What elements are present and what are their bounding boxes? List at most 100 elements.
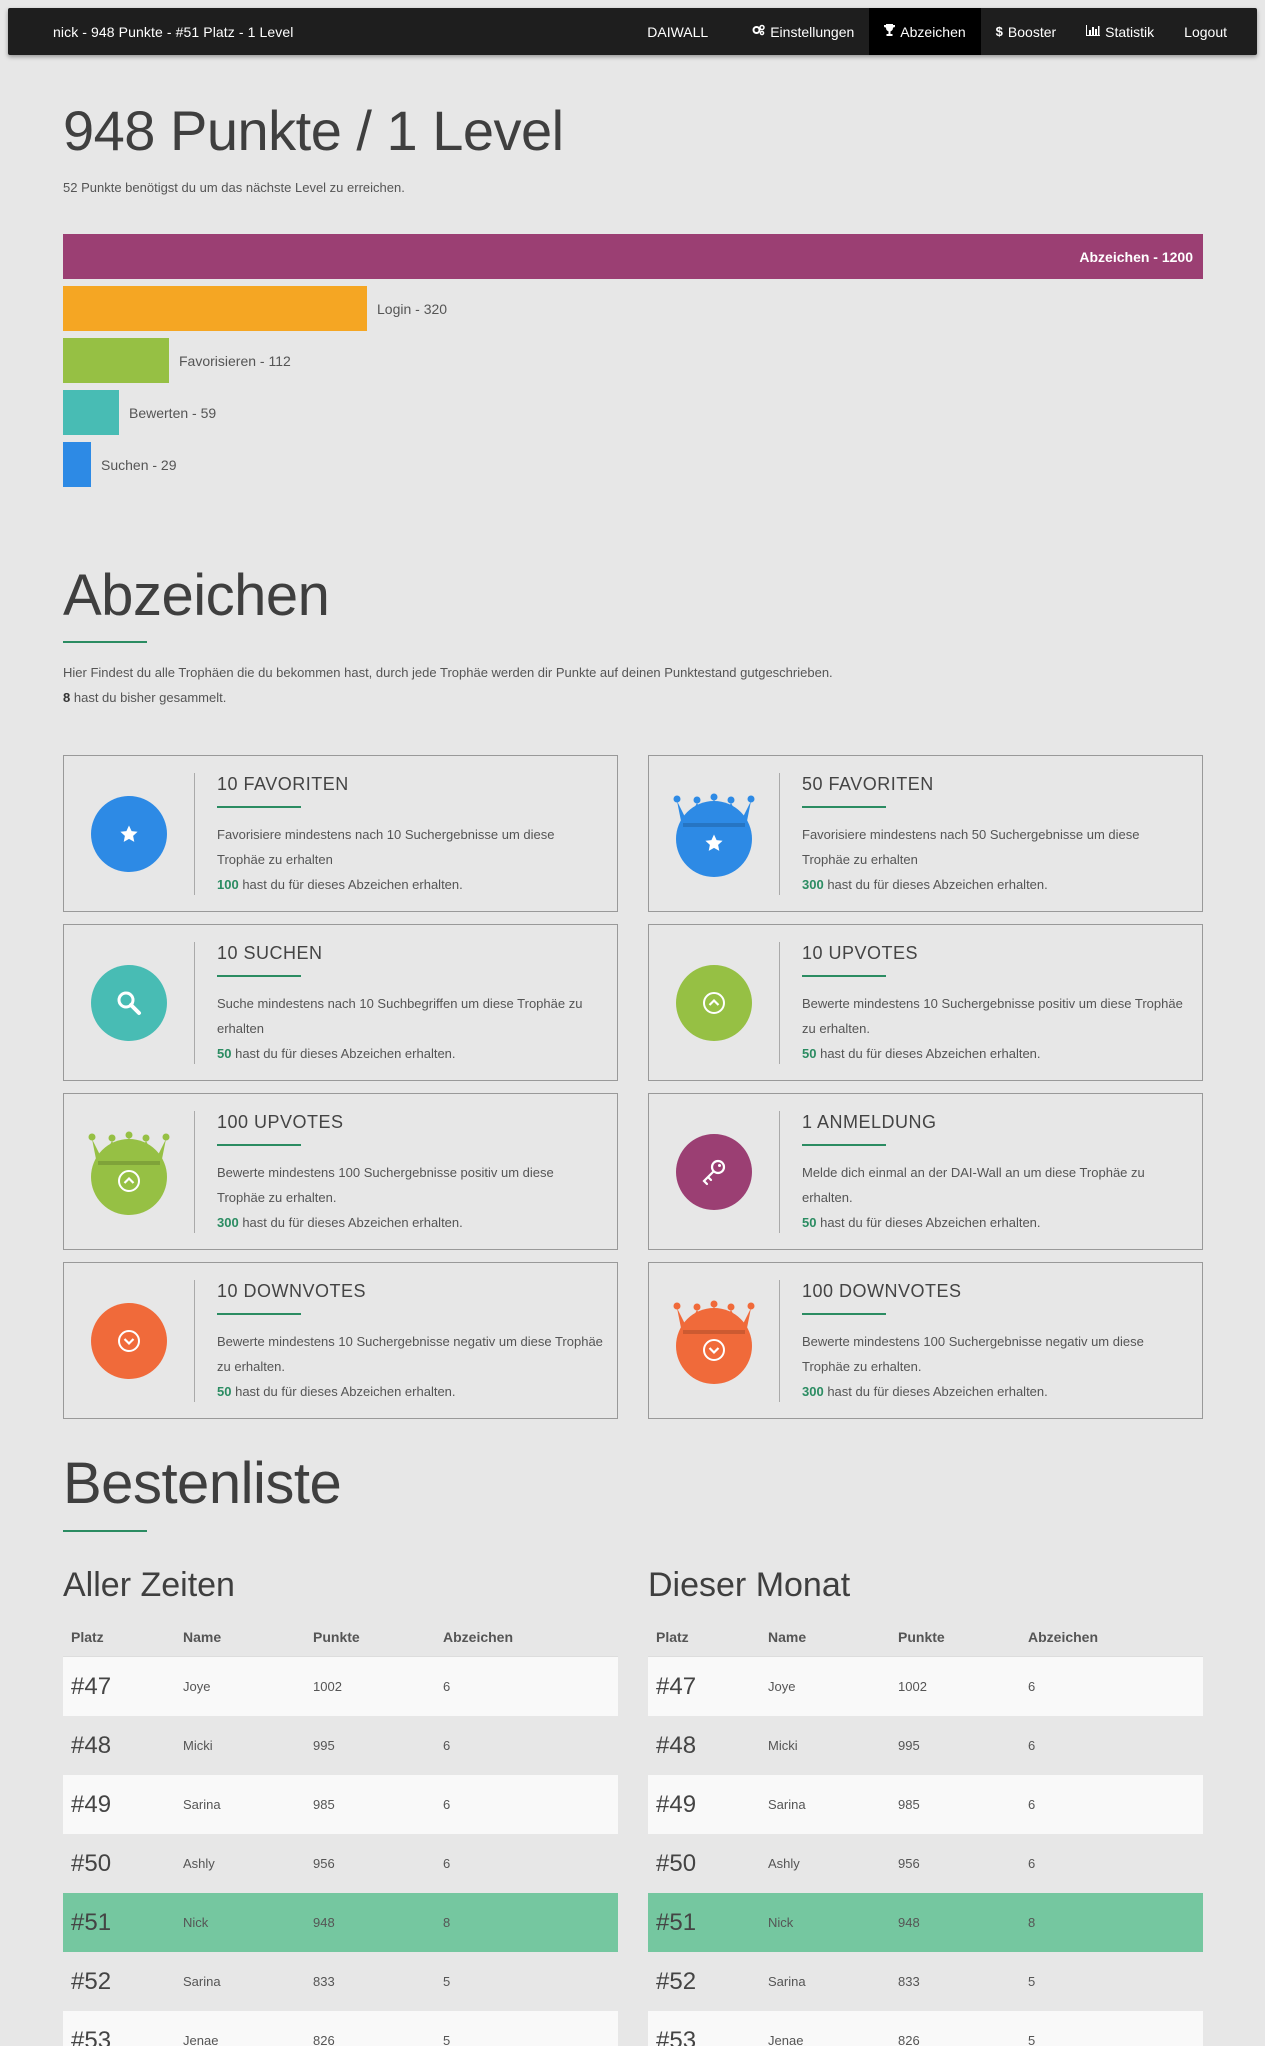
badge-underline bbox=[217, 975, 301, 977]
badge-points: 300 bbox=[802, 1384, 824, 1399]
badge-points-suffix: hast du für dieses Abzeichen erhalten. bbox=[242, 877, 463, 892]
badge-underline bbox=[217, 806, 301, 808]
badge-description: Suche mindestens nach 10 Suchbegriffen u… bbox=[217, 991, 605, 1066]
column-header[interactable]: Abzeichen bbox=[1028, 1629, 1158, 1645]
points-cell: 956 bbox=[313, 1856, 335, 1871]
column-header[interactable]: Name bbox=[183, 1629, 313, 1645]
badge-text: Bewerte mindestens 100 Suchergebnisse po… bbox=[217, 1165, 554, 1205]
badges-cell: 5 bbox=[1028, 1974, 1036, 1989]
badges-cell: 6 bbox=[443, 1856, 451, 1871]
points-cell: 985 bbox=[898, 1797, 920, 1812]
column-header[interactable]: Platz bbox=[63, 1629, 183, 1645]
name-cell: Jenae bbox=[768, 2033, 804, 2046]
points-cell: 985 bbox=[313, 1797, 335, 1812]
nav-label: Booster bbox=[1007, 23, 1057, 40]
chevron-up-circle-icon bbox=[702, 991, 726, 1015]
rank-cell: #53 bbox=[656, 2026, 697, 2046]
badge-icon-area bbox=[649, 925, 779, 1080]
rank-cell: #52 bbox=[656, 1967, 697, 1995]
name-cell: Nick bbox=[183, 1915, 209, 1930]
name-cell: Ashly bbox=[768, 1856, 800, 1871]
leaderboard-row: #47 Joye 1002 6 bbox=[648, 1657, 1203, 1716]
nav-item-statistik[interactable]: Statistik bbox=[1071, 8, 1169, 55]
rank-cell: #50 bbox=[656, 1849, 697, 1877]
badge-points-suffix: hast du für dieses Abzeichen erhalten. bbox=[827, 1384, 1048, 1399]
badge-icon-area bbox=[64, 1263, 194, 1418]
rank-cell: #47 bbox=[656, 1672, 697, 1700]
nav-item-daiwall[interactable]: DAIWALL bbox=[618, 8, 737, 55]
badge-points: 50 bbox=[217, 1046, 232, 1061]
navbar-brand[interactable]: nick - 948 Punkte - #51 Platz - 1 Level bbox=[8, 24, 293, 40]
section-underline bbox=[63, 641, 147, 643]
badge-description: Bewerte mindestens 100 Suchergebnisse po… bbox=[217, 1160, 605, 1235]
badge-card: 10 FAVORITEN Favorisiere mindestens nach … bbox=[63, 755, 618, 912]
badge-text: Bewerte mindestens 10 Suchergebnisse neg… bbox=[217, 1334, 603, 1374]
badge-description: Melde dich einmal an der DAI-Wall an um … bbox=[802, 1160, 1190, 1235]
badge-underline bbox=[217, 1313, 301, 1315]
leaderboard-row: #49 Sarina 985 6 bbox=[648, 1775, 1203, 1834]
nav-item-abzeichen[interactable]: Abzeichen bbox=[869, 8, 981, 55]
trophy-icon bbox=[884, 24, 896, 39]
search-icon bbox=[115, 989, 143, 1017]
bar-label: Abzeichen - 1200 bbox=[1079, 248, 1193, 265]
badge-medal bbox=[91, 795, 167, 872]
rank-cell: #52 bbox=[71, 1967, 112, 1995]
badge-divider bbox=[194, 1111, 195, 1233]
bar-label: Login - 320 bbox=[377, 300, 448, 317]
badge-underline bbox=[217, 1144, 301, 1146]
badge-divider bbox=[779, 773, 780, 895]
badge-body: 50 FAVORITEN Favorisiere mindestens nach … bbox=[802, 774, 1190, 897]
badge-description: Bewerte mindestens 10 Suchergebnisse neg… bbox=[217, 1329, 605, 1404]
bar-row-abzeichen: Abzeichen - 1200 bbox=[63, 234, 1203, 279]
badges-desc-line1: Hier Findest du alle Trophäen die du bek… bbox=[63, 665, 833, 680]
badge-underline bbox=[802, 1144, 886, 1146]
star-icon bbox=[119, 824, 139, 844]
points-cell: 833 bbox=[898, 1974, 920, 1989]
leaderboard-row: #53 Jenae 826 5 bbox=[63, 2011, 618, 2046]
leaderboard-row: #52 Sarina 833 5 bbox=[648, 1952, 1203, 2011]
points-cell: 1002 bbox=[313, 1679, 342, 1694]
badges-cell: 6 bbox=[1028, 1797, 1036, 1812]
badge-text: Suche mindestens nach 10 Suchbegriffen u… bbox=[217, 996, 583, 1036]
badge-points: 50 bbox=[802, 1046, 817, 1061]
bar-row-favorisieren: Favorisieren - 112 bbox=[63, 338, 1203, 383]
badge-card: 10 DOWNVOTES Bewerte mindestens 10 Sucher… bbox=[63, 1262, 618, 1419]
nav-label: Einstellungen bbox=[770, 23, 855, 40]
rank-cell: #51 bbox=[656, 1908, 697, 1936]
column-header[interactable]: Name bbox=[768, 1629, 898, 1645]
badge-body: 100 DOWNVOTES Bewerte mindestens 100 Such… bbox=[802, 1281, 1190, 1404]
badge-medal bbox=[676, 964, 752, 1041]
crown-icon bbox=[673, 793, 755, 838]
column-header[interactable]: Platz bbox=[648, 1629, 768, 1645]
leaderboard-alltime: Platz Name Punkte Abzeichen #47 Joye 1002 6 #48 M… bbox=[63, 1617, 618, 2046]
badge-title: 50 FAVORITEN bbox=[802, 774, 934, 794]
badge-card: 10 UPVOTES Bewerte mindestens 10 Sucherge… bbox=[648, 924, 1203, 1081]
badge-text: Bewerte mindestens 10 Suchergebnisse pos… bbox=[802, 996, 1183, 1036]
nav-item-logout[interactable]: Logout bbox=[1169, 8, 1257, 55]
points-cell: 956 bbox=[898, 1856, 920, 1871]
badge-title: 10 DOWNVOTES bbox=[217, 1281, 367, 1301]
column-header[interactable]: Abzeichen bbox=[443, 1629, 573, 1645]
badges-desc-text: hast du bisher gesammelt. bbox=[73, 690, 227, 705]
badge-divider bbox=[779, 942, 780, 1064]
badges-cell: 5 bbox=[443, 2033, 451, 2046]
points-bar bbox=[63, 442, 91, 487]
badge-medal bbox=[673, 793, 755, 877]
badge-text: Favorisiere mindestens nach 50 Suchergeb… bbox=[802, 827, 1140, 867]
column-header[interactable]: Punkte bbox=[313, 1629, 443, 1645]
badge-card: 50 FAVORITEN Favorisiere mindestens nach … bbox=[648, 755, 1203, 912]
navbar: nick - 948 Punkte - #51 Platz - 1 Level … bbox=[8, 8, 1257, 55]
name-cell: Micki bbox=[768, 1738, 798, 1753]
badge-medal bbox=[673, 1300, 755, 1384]
column-header[interactable]: Punkte bbox=[898, 1629, 1028, 1645]
nav-item-einstellungen[interactable]: Einstellungen bbox=[737, 8, 869, 55]
badge-points-suffix: hast du für dieses Abzeichen erhalten. bbox=[235, 1046, 456, 1061]
chevron-down-circle-icon bbox=[117, 1329, 141, 1353]
nav-label: DAIWALL bbox=[647, 23, 709, 40]
leaderboard-header: Platz Name Punkte Abzeichen bbox=[63, 1617, 618, 1657]
points-cell: 826 bbox=[313, 2033, 335, 2046]
leaderboard-row: #50 Ashly 956 6 bbox=[63, 1834, 618, 1893]
nav-item-booster[interactable]: $ Booster bbox=[981, 8, 1071, 55]
badge-body: 10 SUCHEN Suche mindestens nach 10 Suchbe… bbox=[217, 943, 605, 1066]
badges-cell: 6 bbox=[443, 1797, 451, 1812]
